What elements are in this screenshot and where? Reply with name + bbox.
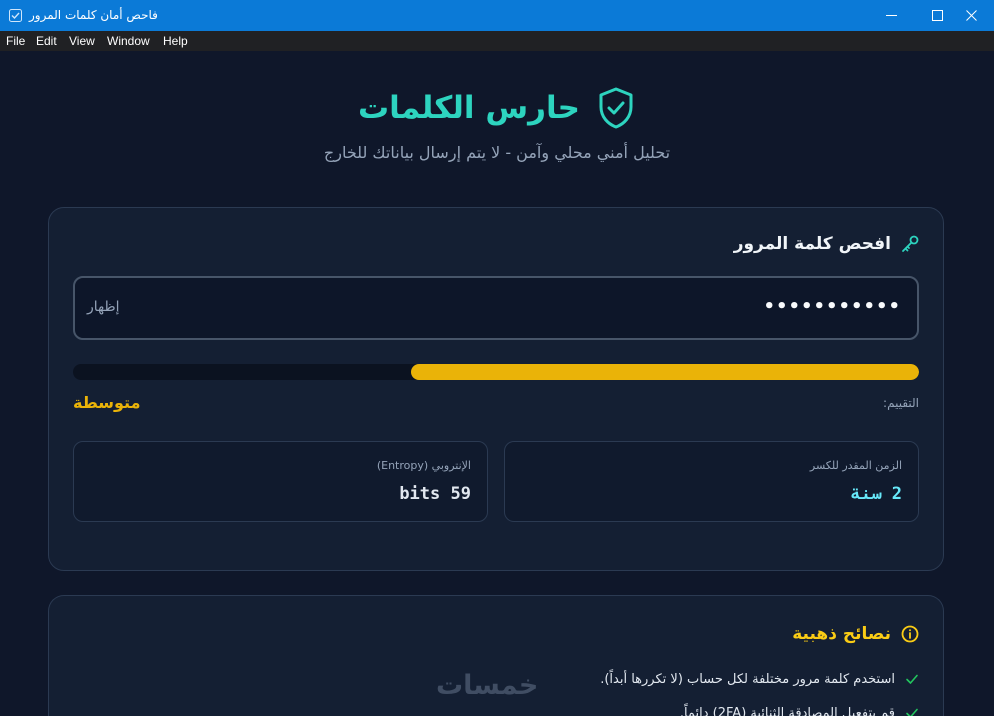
entropy-label: الإنتروبي (Entropy) [376,459,471,472]
window-title: فاحص أمان كلمات المرور [29,8,158,22]
page-subtitle: تحليل أمني محلي وآمن - لا يتم إرسال بيان… [323,143,671,162]
minimize-button[interactable] [868,0,914,31]
password-input[interactable]: ••••••••••• إظهار [73,276,919,340]
app-icon [9,9,22,22]
rating-value: متوسطة [73,393,141,412]
tips-title: نصائح ذهبية [792,624,891,644]
list-item: قم بتفعيل المصادقة الثنائية (2FA) دائماً… [600,696,919,716]
password-check-card: افحص كلمة المرور ••••••••••• إظهار التقي… [48,207,944,571]
key-icon [902,235,919,252]
menu-window[interactable]: Window [107,34,150,48]
strength-meter-fill [411,364,919,380]
page-header: حارس الكلمات [0,86,994,130]
watermark-logo: خمسات [436,670,539,701]
checker-section-title: افحص كلمة المرور [734,234,919,254]
close-icon [965,10,977,21]
password-value: ••••••••••• [763,296,901,317]
show-password-toggle[interactable]: إظهار [87,299,120,315]
app-name: حارس الكلمات [358,90,580,126]
minimize-icon [885,15,897,16]
tip-text: استخدم كلمة مرور مختلفة لكل حساب (لا تكر… [600,671,895,687]
crack-time-value: 2 سنة [850,484,902,504]
entropy-value: 59 bits [399,484,471,504]
crack-time-label: الزمن المقدر للكسر [809,459,902,472]
crack-time-box: الزمن المقدر للكسر 2 سنة [504,441,919,522]
close-button[interactable] [948,0,994,31]
window-titlebar: فاحص أمان كلمات المرور [0,0,994,31]
app-content: حارس الكلمات تحليل أمني محلي وآمن - لا ي… [0,51,994,716]
tips-list: استخدم كلمة مرور مختلفة لكل حساب (لا تكر… [600,662,919,716]
maximize-icon [931,10,943,21]
tips-section-title: نصائح ذهبية [792,624,919,644]
strength-meter [73,364,919,380]
menu-help[interactable]: Help [163,34,188,48]
list-item: استخدم كلمة مرور مختلفة لكل حساب (لا تكر… [600,662,919,696]
shield-check-icon [599,87,633,129]
check-icon [906,674,918,684]
tip-text: قم بتفعيل المصادقة الثنائية (2FA) دائماً… [679,705,895,716]
check-icon [906,708,918,716]
menu-bar: File Edit View Window Help [0,31,994,51]
checker-title: افحص كلمة المرور [733,234,891,254]
rating-label: التقييم: [883,396,919,410]
menu-edit[interactable]: Edit [36,34,57,48]
menu-view[interactable]: View [69,34,95,48]
menu-file[interactable]: File [6,34,25,48]
info-icon [901,625,919,643]
entropy-box: الإنتروبي (Entropy) 59 bits [73,441,488,522]
